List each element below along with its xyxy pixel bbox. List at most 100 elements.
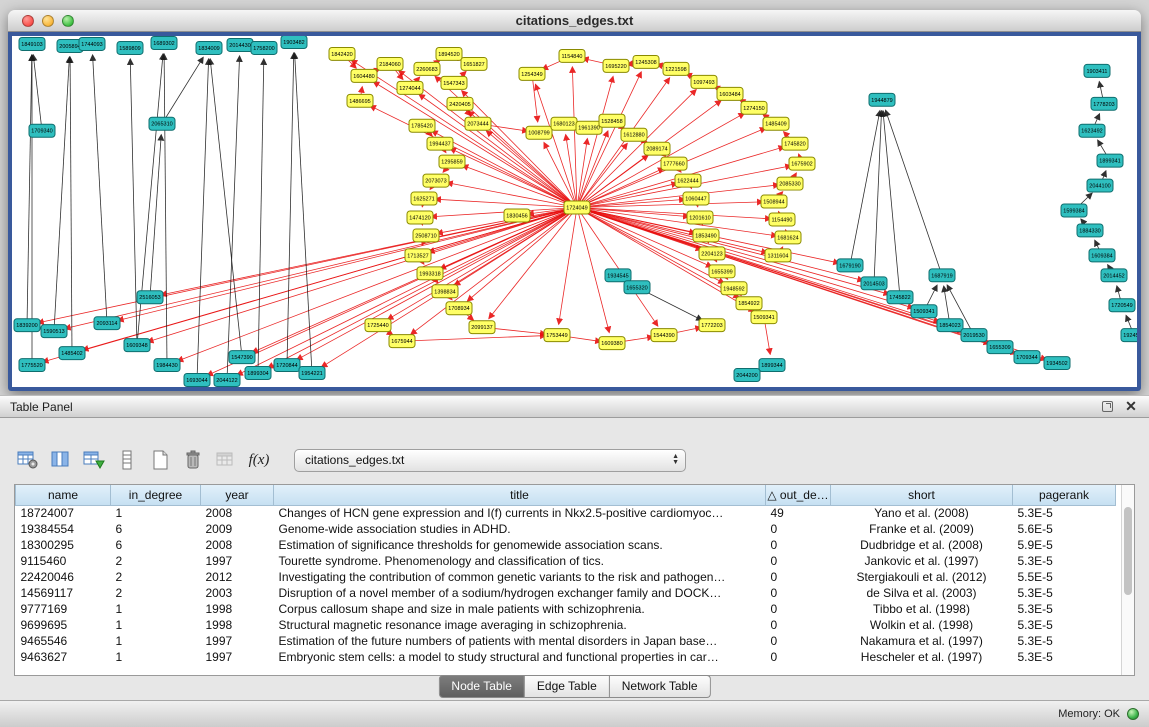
column-header-year[interactable]: year — [201, 485, 274, 505]
merge-tables-icon[interactable] — [214, 449, 238, 471]
scrollbar-thumb[interactable] — [1124, 507, 1132, 595]
graph-node[interactable]: 1097493 — [691, 75, 717, 88]
graph-node[interactable]: 1777660 — [661, 157, 687, 170]
network-window[interactable]: citations_edges.txt 17240491842420160448… — [8, 10, 1141, 391]
graph-node[interactable]: 1772203 — [699, 319, 725, 332]
graph-node[interactable]: 1651827 — [461, 57, 487, 70]
graph-node[interactable]: 1884330 — [1077, 224, 1103, 237]
graph-node[interactable]: 2204123 — [699, 247, 725, 260]
graph-node[interactable]: 1295859 — [439, 155, 465, 168]
row-height-icon[interactable] — [115, 449, 139, 471]
show-columns-icon[interactable] — [49, 449, 73, 471]
graph-node[interactable]: 1961390 — [576, 121, 602, 134]
graph-node[interactable]: 1687919 — [929, 269, 955, 282]
graph-node[interactable]: 1993318 — [417, 267, 443, 280]
graph-node[interactable]: 1778203 — [1091, 97, 1117, 110]
graph-node[interactable]: 2099137 — [469, 321, 495, 334]
table-row[interactable]: 946554611997Estimation of the future num… — [16, 633, 1116, 649]
graph-node[interactable]: 2260683 — [414, 62, 440, 75]
graph-node[interactable]: 2014430 — [227, 38, 253, 51]
table-row[interactable]: 1830029562008Estimation of significance … — [16, 537, 1116, 553]
graph-node[interactable]: 1842420 — [329, 47, 355, 60]
table-row[interactable]: 969969511998Structural magnetic resonanc… — [16, 617, 1116, 633]
graph-node[interactable]: 1724049 — [564, 201, 590, 214]
graph-node[interactable]: 1720844 — [274, 359, 300, 372]
graph-node[interactable]: 1060447 — [683, 192, 709, 205]
graph-node[interactable]: 1839200 — [14, 319, 40, 332]
graph-node[interactable]: 2184060 — [377, 57, 403, 70]
graph-node[interactable]: 2085330 — [777, 177, 803, 190]
graph-node[interactable]: 2044122 — [214, 374, 240, 387]
delete-table-icon[interactable] — [181, 449, 205, 471]
graph-node[interactable]: 1899344 — [759, 359, 785, 372]
graph-node[interactable]: 1547390 — [229, 351, 255, 364]
graph-node[interactable]: 1853490 — [693, 229, 719, 242]
graph-node[interactable]: 1547343 — [441, 76, 467, 89]
graph-node[interactable]: 2089174 — [644, 142, 670, 155]
graph-node[interactable]: 1154490 — [769, 213, 795, 226]
graph-node[interactable]: 1509341 — [911, 305, 937, 318]
graph-node[interactable]: 1709344 — [1014, 351, 1040, 364]
graph-node[interactable]: 1254349 — [519, 67, 545, 80]
graph-node[interactable]: 1745820 — [782, 137, 808, 150]
table-row[interactable]: 2242004622012Investigating the contribut… — [16, 569, 1116, 585]
table-row[interactable]: 1456911722003Disruption of a novel membe… — [16, 585, 1116, 601]
graph-node[interactable]: 1590513 — [41, 325, 67, 338]
graph-node[interactable]: 1544390 — [651, 329, 677, 342]
graph-node[interactable]: 1201610 — [687, 211, 713, 224]
graph-node[interactable]: 1311604 — [765, 249, 791, 262]
graph-node[interactable]: 1612880 — [621, 128, 647, 141]
column-header-name[interactable]: name — [16, 485, 111, 505]
graph-node[interactable]: 1675902 — [789, 157, 815, 170]
graph-node[interactable]: 1474120 — [407, 211, 433, 224]
graph-node[interactable]: 1655320 — [624, 281, 650, 294]
close-window-button[interactable] — [22, 15, 34, 27]
table-row[interactable]: 977716911998Corpus callosum shape and si… — [16, 601, 1116, 617]
column-header-short[interactable]: short — [831, 485, 1013, 505]
column-header-title[interactable]: title — [274, 485, 766, 505]
graph-node[interactable]: 2065310 — [149, 117, 175, 130]
network-window-titlebar[interactable]: citations_edges.txt — [8, 10, 1141, 32]
zoom-window-button[interactable] — [62, 15, 74, 27]
graph-node[interactable]: 1622444 — [675, 174, 701, 187]
function-builder-icon[interactable]: f(x) — [247, 449, 271, 471]
table-select-dropdown[interactable]: citations_edges.txt ▲▼ — [294, 449, 686, 472]
network-canvas[interactable]: 1724049184242016044802184060127404422606… — [12, 36, 1137, 387]
graph-node[interactable]: 1609380 — [599, 337, 625, 350]
graph-node[interactable]: 1753449 — [544, 329, 570, 342]
graph-node[interactable]: 1944879 — [869, 93, 895, 106]
graph-node[interactable]: 2019530 — [961, 329, 987, 342]
column-header-out-de[interactable]: △ out_de… — [766, 485, 831, 505]
graph-node[interactable]: 1245308 — [633, 55, 659, 68]
graph-node[interactable]: 1398834 — [432, 285, 458, 298]
graph-node[interactable]: 1854023 — [937, 319, 963, 332]
graph-node[interactable]: 1775520 — [19, 359, 45, 372]
graph-node[interactable]: 1599384 — [1061, 204, 1087, 217]
graph-node[interactable]: 1745822 — [887, 291, 913, 304]
graph-node[interactable]: 1984430 — [154, 359, 180, 372]
graph-node[interactable]: 2093114 — [94, 317, 120, 330]
tab-network-table[interactable]: Network Table — [610, 675, 711, 698]
graph-node[interactable]: 1903411 — [1084, 64, 1110, 77]
graph-node[interactable]: 1954221 — [299, 367, 325, 380]
graph-node[interactable]: 1689302 — [151, 36, 177, 49]
graph-node[interactable]: 1603484 — [717, 87, 743, 100]
graph-node[interactable]: 1681624 — [775, 231, 801, 244]
graph-node[interactable]: 1894520 — [436, 47, 462, 60]
graph-node[interactable]: 1154840 — [559, 49, 585, 62]
tab-edge-table[interactable]: Edge Table — [525, 675, 610, 698]
graph-node[interactable]: 1725440 — [365, 319, 391, 332]
graph-node[interactable]: 1675944 — [389, 335, 415, 348]
graph-node[interactable]: 1934502 — [1044, 357, 1070, 370]
table-vertical-scrollbar[interactable] — [1121, 485, 1134, 675]
graph-node[interactable]: 1713527 — [405, 249, 431, 262]
graph-node[interactable]: 1509341 — [751, 311, 777, 324]
graph-node[interactable]: 1854922 — [736, 297, 762, 310]
graph-node[interactable]: 1834009 — [196, 41, 222, 54]
graph-node[interactable]: 1655309 — [987, 341, 1013, 354]
float-panel-icon[interactable] — [1099, 399, 1115, 415]
graph-node[interactable]: 2014503 — [861, 277, 887, 290]
minimize-window-button[interactable] — [42, 15, 54, 27]
graph-node[interactable]: 2508710 — [413, 229, 439, 242]
graph-node[interactable]: 1899304 — [245, 367, 271, 380]
